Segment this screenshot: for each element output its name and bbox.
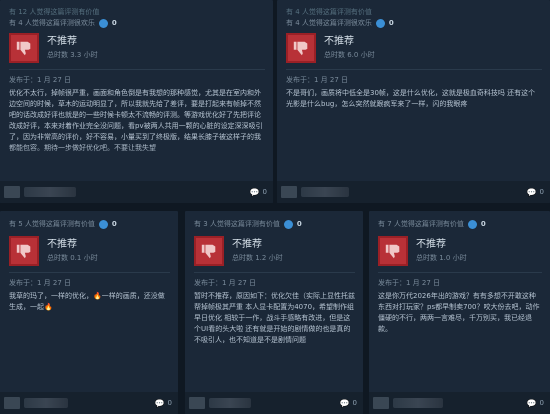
review-card: 有 5 人觉得这篇评测有价值 0 不推荐 总时数 0.1 小时 发布于：1 月 … xyxy=(0,211,178,414)
thumbs-down-icon xyxy=(194,236,224,266)
helpful-count: 有 3 人觉得这篇评测有价值 xyxy=(194,220,280,228)
award-icon[interactable] xyxy=(98,18,108,28)
verdict: 不推荐 xyxy=(416,239,446,250)
verdict: 不推荐 xyxy=(47,36,77,47)
comment-icon[interactable]: 💬 xyxy=(250,188,260,197)
review-footer: 💬 0 xyxy=(277,181,550,203)
comment-count: 0 xyxy=(167,399,172,407)
divider xyxy=(286,69,542,70)
helpful-row: 有 5 人觉得这篇评测有价值 0 xyxy=(9,218,170,230)
helpful-row: 有 7 人觉得这篇评测有价值 0 xyxy=(378,218,542,230)
review-header[interactable]: 不推荐 总时数 1.0 小时 xyxy=(378,236,542,266)
funny-count: 有 4 人觉得这篇评测很欢乐 xyxy=(286,19,372,27)
verdict: 不推荐 xyxy=(232,239,262,250)
funny-row: 有 4 人觉得这篇评测很欢乐 0 xyxy=(286,17,542,29)
verdict: 不推荐 xyxy=(324,36,354,47)
review-footer: 💬 0 xyxy=(0,392,178,414)
username-blurred[interactable] xyxy=(24,187,76,197)
posted-date: 发布于：1 月 27 日 xyxy=(9,76,72,84)
text-fade xyxy=(185,369,363,393)
text-fade xyxy=(0,145,273,169)
review-header[interactable]: 不推荐 总时数 3.3 小时 xyxy=(9,33,265,63)
playtime: 总时数 6.0 小时 xyxy=(324,51,375,59)
review-header[interactable]: 不推荐 总时数 1.2 小时 xyxy=(194,236,355,266)
helpful-count: 有 4 人觉得这篇评测有价值 xyxy=(286,8,372,16)
avatar[interactable] xyxy=(189,397,205,409)
review-card: 有 7 人觉得这篇评测有价值 0 不推荐 总时数 1.0 小时 发布于：1 月 … xyxy=(369,211,550,414)
award-count: 0 xyxy=(111,19,117,27)
award-count: 0 xyxy=(388,19,394,27)
review-header[interactable]: 不推荐 总时数 6.0 小时 xyxy=(286,33,542,63)
thumbs-down-icon xyxy=(378,236,408,266)
award-icon[interactable] xyxy=(375,18,385,28)
review-text: 不是哥们，画质将中低全是30帧，这是什么优化，这就是极血奇科技吗 还有这个光影是… xyxy=(286,89,536,108)
playtime: 总时数 0.1 小时 xyxy=(47,254,98,262)
review-footer: 💬 0 xyxy=(0,181,273,203)
posted-date: 发布于：1 月 27 日 xyxy=(378,279,441,287)
playtime: 总时数 1.2 小时 xyxy=(232,254,283,262)
funny-row: 有 4 人觉得这篇评测很欢乐 0 xyxy=(9,17,265,29)
username-blurred[interactable] xyxy=(209,398,251,408)
username-blurred[interactable] xyxy=(24,398,68,408)
review-card: 有 12 人觉得这篇评测有价值 有 4 人觉得这篇评测很欢乐 0 不推荐 总时数… xyxy=(0,0,273,203)
posted-date: 发布于：1 月 27 日 xyxy=(9,279,72,287)
comment-count: 0 xyxy=(352,399,357,407)
comment-count: 0 xyxy=(539,188,544,196)
review-text: 暂时不推荐，原因如下：优化欠佳（实际上显性托兹帮掉帧极其严重 本人显卡配置为40… xyxy=(194,292,355,344)
award-count: 0 xyxy=(480,220,486,228)
helpful-row: 有 3 人觉得这篇评测有价值 0 xyxy=(194,218,355,230)
review-card: 有 3 人觉得这篇评测有价值 0 不推荐 总时数 1.2 小时 发布于：1 月 … xyxy=(185,211,363,414)
comment-icon[interactable]: 💬 xyxy=(527,188,537,197)
funny-count: 有 4 人觉得这篇评测很欢乐 xyxy=(9,19,95,27)
avatar[interactable] xyxy=(4,186,20,198)
comment-icon[interactable]: 💬 xyxy=(340,399,350,408)
username-blurred[interactable] xyxy=(301,187,349,197)
playtime: 总时数 3.3 小时 xyxy=(47,51,98,59)
review-card: 有 4 人觉得这篇评测有价值 有 4 人觉得这篇评测很欢乐 0 不推荐 总时数 … xyxy=(277,0,550,203)
review-text: 这是你万代2026年出的游戏？有有多想不开敢这种东西对打玩家？ps都早制卖700… xyxy=(378,292,540,333)
divider xyxy=(9,272,170,273)
comment-count: 0 xyxy=(539,399,544,407)
username-blurred[interactable] xyxy=(393,398,443,408)
thumbs-down-icon xyxy=(9,236,39,266)
review-footer: 💬 0 xyxy=(369,392,550,414)
verdict: 不推荐 xyxy=(47,239,77,250)
review-text: 我草的玛了，一样的优化，🔥一样的画质，还没做生成，一起🔥 xyxy=(9,292,165,311)
playtime: 总时数 1.0 小时 xyxy=(416,254,467,262)
divider xyxy=(9,69,265,70)
helpful-count: 有 5 人觉得这篇评测有价值 xyxy=(9,220,95,228)
award-icon[interactable] xyxy=(467,219,477,229)
comment-count: 0 xyxy=(262,188,267,196)
review-footer: 💬 0 xyxy=(185,392,363,414)
award-count: 0 xyxy=(111,220,117,228)
thumbs-down-icon xyxy=(286,33,316,63)
comment-icon[interactable]: 💬 xyxy=(155,399,165,408)
divider xyxy=(378,272,542,273)
helpful-count: 有 7 人觉得这篇评测有价值 xyxy=(378,220,464,228)
posted-date: 发布于：1 月 27 日 xyxy=(286,76,349,84)
comment-icon[interactable]: 💬 xyxy=(527,399,537,408)
award-icon[interactable] xyxy=(98,219,108,229)
avatar[interactable] xyxy=(281,186,297,198)
award-icon[interactable] xyxy=(283,219,293,229)
thumbs-down-icon xyxy=(9,33,39,63)
avatar[interactable] xyxy=(4,397,20,409)
avatar[interactable] xyxy=(373,397,389,409)
divider xyxy=(194,272,355,273)
posted-date: 发布于：1 月 27 日 xyxy=(194,279,257,287)
award-count: 0 xyxy=(296,220,302,228)
review-header[interactable]: 不推荐 总时数 0.1 小时 xyxy=(9,236,170,266)
helpful-count: 有 12 人觉得这篇评测有价值 xyxy=(9,8,100,16)
